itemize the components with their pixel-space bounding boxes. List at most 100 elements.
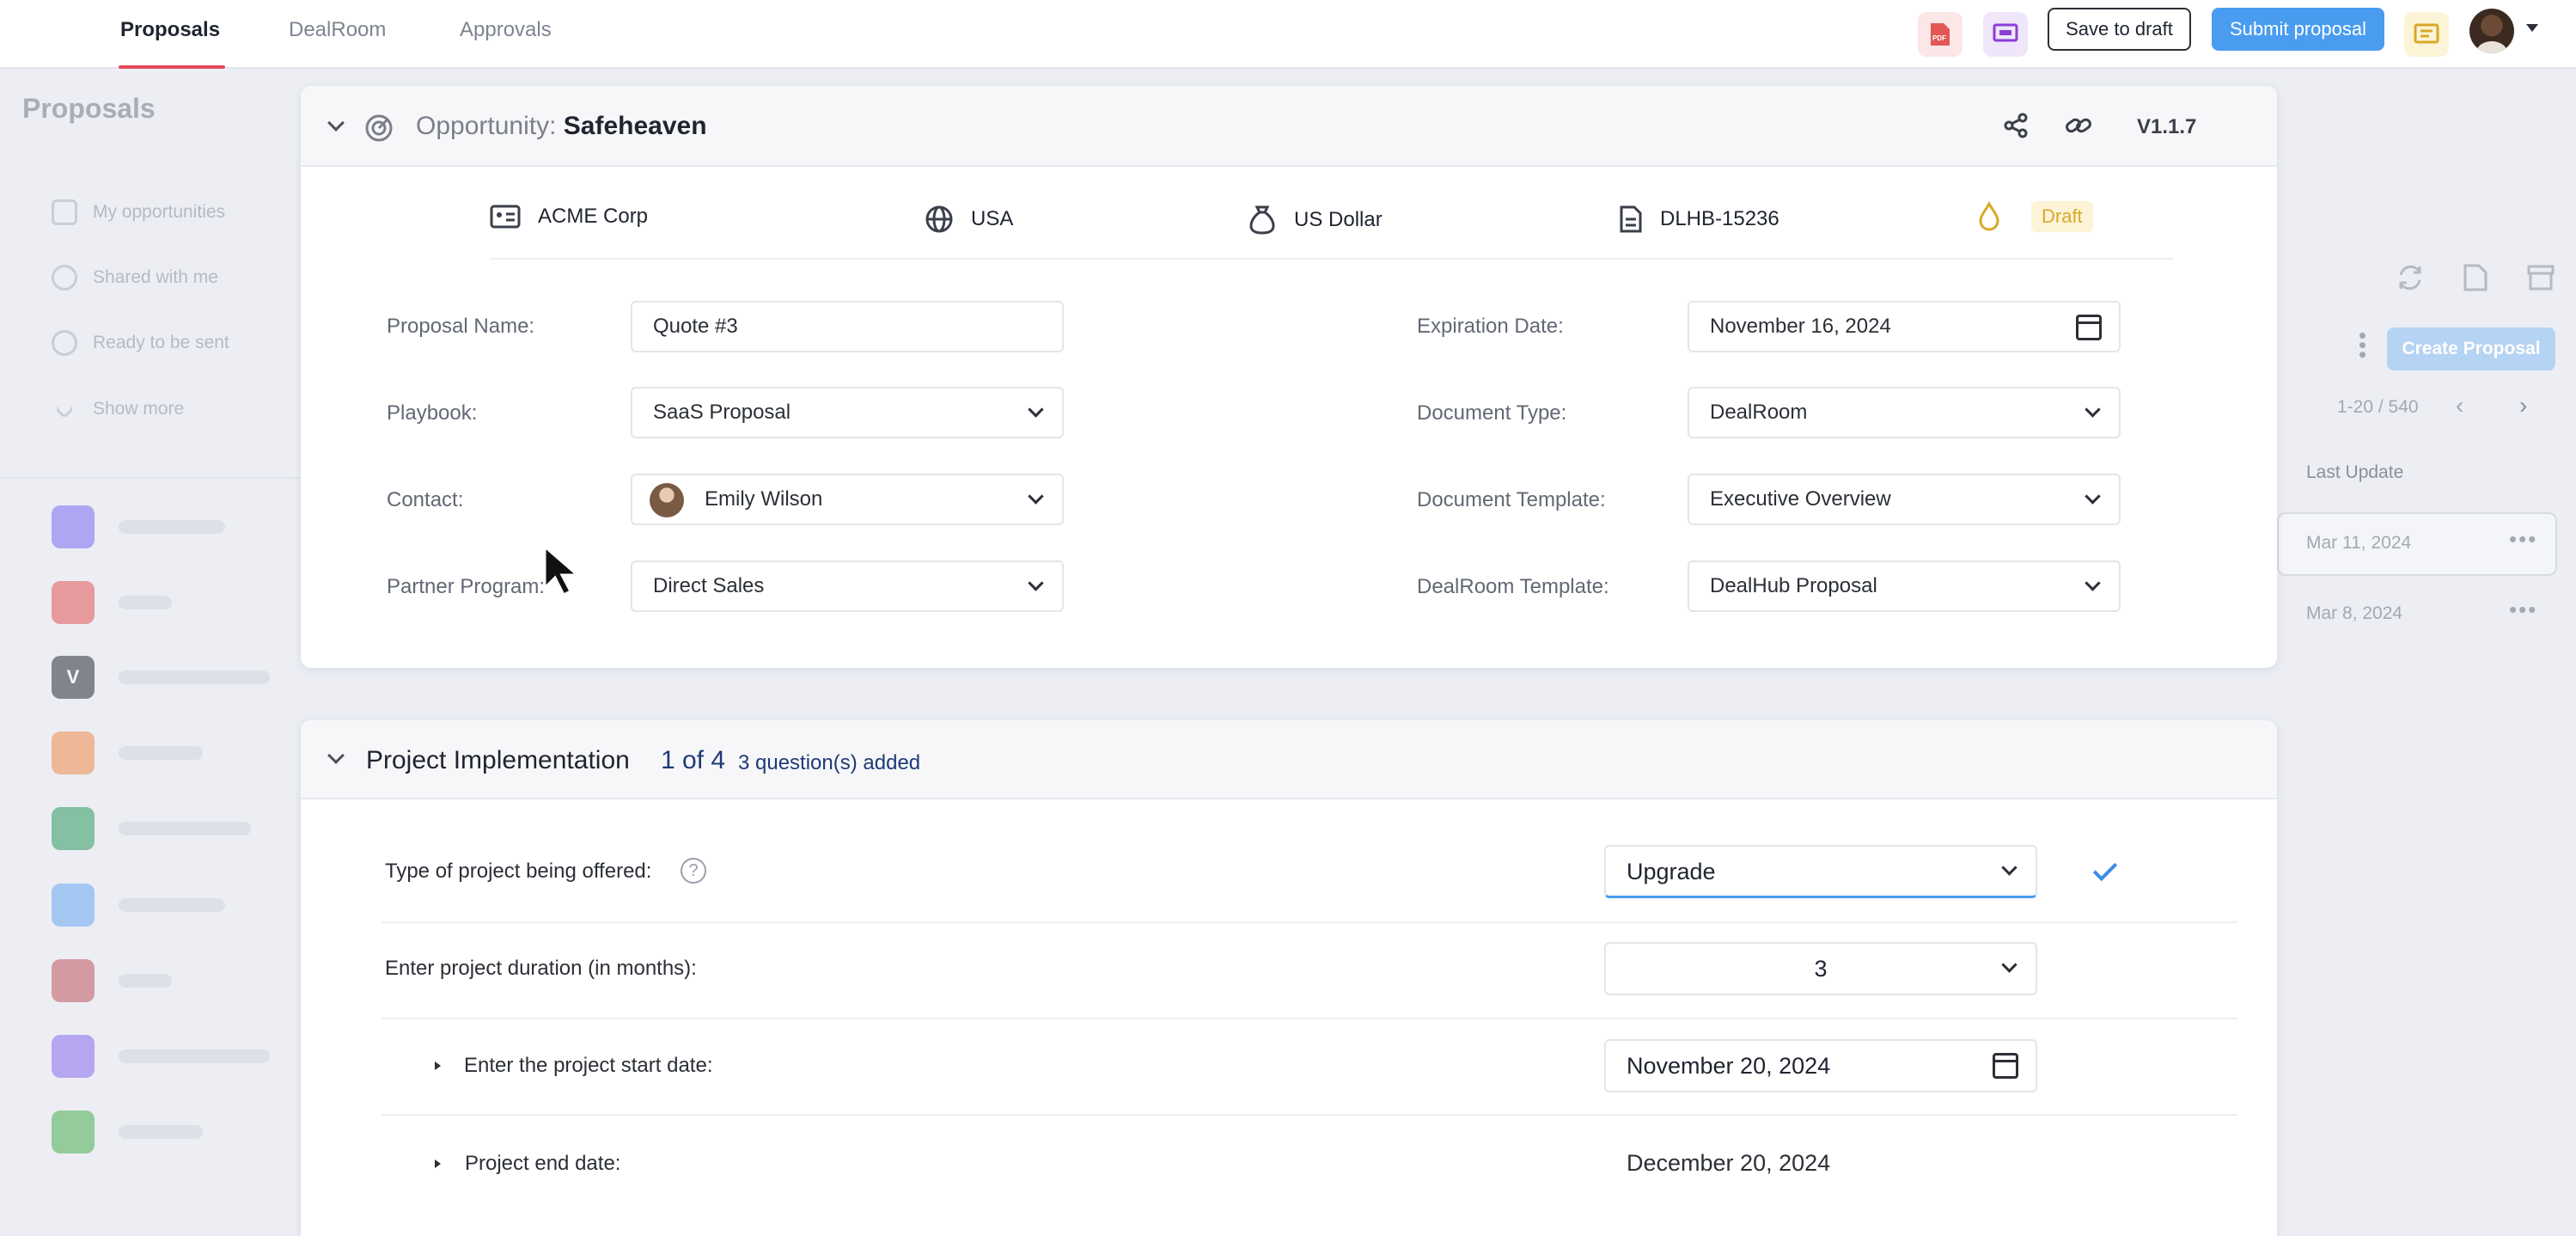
app-icon	[52, 884, 95, 927]
project-implementation-card: Project Implementation 1 of 4 3 question…	[301, 720, 2277, 1236]
sidebar-item-shared: Shared with me	[52, 265, 218, 291]
create-proposal-button: Create Proposal	[2387, 327, 2555, 370]
app-icon	[52, 731, 95, 774]
submit-proposal-button[interactable]: Submit proposal	[2212, 8, 2384, 51]
app-icon-v: V	[52, 656, 95, 699]
project-implementation-header: Project Implementation 1 of 4 3 question…	[301, 720, 2277, 799]
user-avatar[interactable]	[2469, 9, 2514, 53]
section-progress: 1 of 4	[661, 746, 726, 774]
opportunity-card: Opportunity: Safeheaven V1.1.7 ACME Corp…	[301, 86, 2277, 668]
mouse-cursor-icon	[543, 543, 588, 601]
expiration-date-input[interactable]: November 16, 2024	[1688, 301, 2121, 352]
partner-program-select[interactable]: Direct Sales	[631, 560, 1064, 612]
status-badge: Draft	[2031, 201, 2093, 232]
chevron-down-icon	[1028, 488, 1044, 505]
column-header-last-update: Last Update	[2306, 462, 2404, 482]
drop-status-icon	[1976, 200, 2002, 236]
expand-triangle-icon[interactable]	[435, 1160, 441, 1168]
expand-triangle-icon[interactable]	[435, 1062, 441, 1070]
contact-label: Contact:	[387, 488, 464, 511]
chevron-down-icon	[2085, 575, 2101, 591]
sidebar-item-label: Shared with me	[93, 267, 218, 287]
save-to-draft-button[interactable]: Save to draft	[2048, 8, 2191, 51]
grid-icon	[52, 199, 77, 225]
archive-icon	[2526, 263, 2555, 297]
proposal-name-input[interactable]: Quote #3	[631, 301, 1064, 352]
question-label-end-date: Project end date:	[465, 1152, 621, 1175]
more-horizontal-icon: •••	[2509, 526, 2538, 552]
document-type-label: Document Type:	[1417, 401, 1567, 425]
collapse-chevron-icon[interactable]	[327, 747, 345, 764]
contact-value: Emily Wilson	[705, 487, 823, 511]
duration-select[interactable]: 3	[1604, 942, 2037, 995]
calendar-icon[interactable]	[1993, 1053, 2018, 1079]
app-icon	[52, 581, 95, 624]
project-type-select[interactable]: Upgrade	[1604, 845, 2037, 898]
user-menu-chevron-down-icon[interactable]	[2526, 24, 2538, 32]
dealroom-template-select[interactable]: DealHub Proposal	[1688, 560, 2121, 612]
playbook-value: SaaS Proposal	[653, 401, 791, 424]
refresh-icon	[2396, 263, 2425, 297]
expiration-date-value: November 16, 2024	[1710, 315, 1891, 338]
divider	[382, 1114, 2237, 1116]
document-template-select[interactable]: Executive Overview	[1688, 474, 2121, 525]
help-icon[interactable]: ?	[681, 858, 706, 884]
more-vertical-icon: •••	[2350, 332, 2376, 361]
document-id: DLHB-15236	[1660, 207, 1779, 230]
tab-approvals[interactable]: Approvals	[460, 0, 552, 69]
opportunity-label: Opportunity:	[416, 112, 557, 140]
sidebar-item-ready: Ready to be sent	[52, 330, 229, 356]
contact-avatar	[650, 483, 684, 517]
questions-added-count: 3 question(s) added	[738, 751, 921, 774]
contact-select[interactable]: Emily Wilson	[631, 474, 1064, 525]
app-icon	[52, 1035, 95, 1078]
app-label-placeholder	[119, 670, 270, 684]
opportunity-header: Opportunity: Safeheaven V1.1.7	[301, 86, 2277, 167]
app-label-placeholder	[119, 520, 225, 534]
proposal-name-label: Proposal Name:	[387, 315, 535, 338]
tab-proposals[interactable]: Proposals	[118, 0, 226, 69]
chevron-down-icon	[54, 399, 75, 419]
chevron-down-icon	[2085, 488, 2101, 505]
check-circle-icon	[52, 330, 77, 356]
sidebar-item-label: My opportunities	[93, 202, 226, 222]
document-icon	[1620, 205, 1642, 233]
app-icon	[52, 959, 95, 1002]
divider	[382, 1018, 2237, 1019]
start-date-input[interactable]: November 20, 2024	[1604, 1039, 2037, 1092]
pdf-icon[interactable]: PDF	[1918, 12, 1963, 57]
calendar-icon[interactable]	[2076, 315, 2102, 340]
app-label-placeholder	[119, 822, 251, 835]
sidebar-item-label: Show more	[93, 399, 185, 419]
sidebar-item-show-more: Show more	[52, 399, 184, 419]
opportunity-title: Opportunity: Safeheaven	[416, 112, 707, 141]
start-date-value: November 20, 2024	[1627, 1053, 1831, 1079]
app-icon	[52, 1111, 95, 1153]
document-id-info: DLHB-15236	[1619, 205, 1779, 234]
opportunity-name: Safeheaven	[563, 112, 707, 140]
share-icon[interactable]	[2002, 112, 2030, 144]
link-icon[interactable]	[2064, 112, 2093, 144]
dealroom-template-value: DealHub Proposal	[1710, 574, 1877, 597]
playbook-label: Playbook:	[387, 401, 478, 425]
next-page-icon: ›	[2519, 392, 2528, 419]
app-label-placeholder	[119, 1125, 203, 1139]
chevron-down-icon	[1028, 401, 1044, 418]
project-type-value: Upgrade	[1627, 859, 1716, 884]
duration-value: 3	[1814, 956, 1828, 982]
opportunity-info-row: ACME Corp USA US Dollar DLHB-15236	[490, 175, 2174, 260]
presentation-icon[interactable]	[1983, 12, 2028, 57]
collapse-chevron-icon[interactable]	[327, 114, 345, 132]
playbook-select[interactable]: SaaS Proposal	[631, 387, 1064, 438]
sidebar-divider	[0, 477, 301, 479]
prev-page-icon: ‹	[2456, 392, 2464, 419]
company-info: ACME Corp	[490, 205, 648, 229]
globe-icon	[925, 205, 953, 233]
tab-dealroom[interactable]: DealRoom	[289, 0, 386, 69]
document-type-select[interactable]: DealRoom	[1688, 387, 2121, 438]
end-date-value: December 20, 2024	[1627, 1150, 1831, 1176]
question-label-start-date: Enter the project start date:	[464, 1054, 713, 1077]
app-label-placeholder	[119, 746, 203, 760]
app-label-placeholder	[119, 898, 225, 912]
notes-icon[interactable]	[2404, 12, 2449, 57]
